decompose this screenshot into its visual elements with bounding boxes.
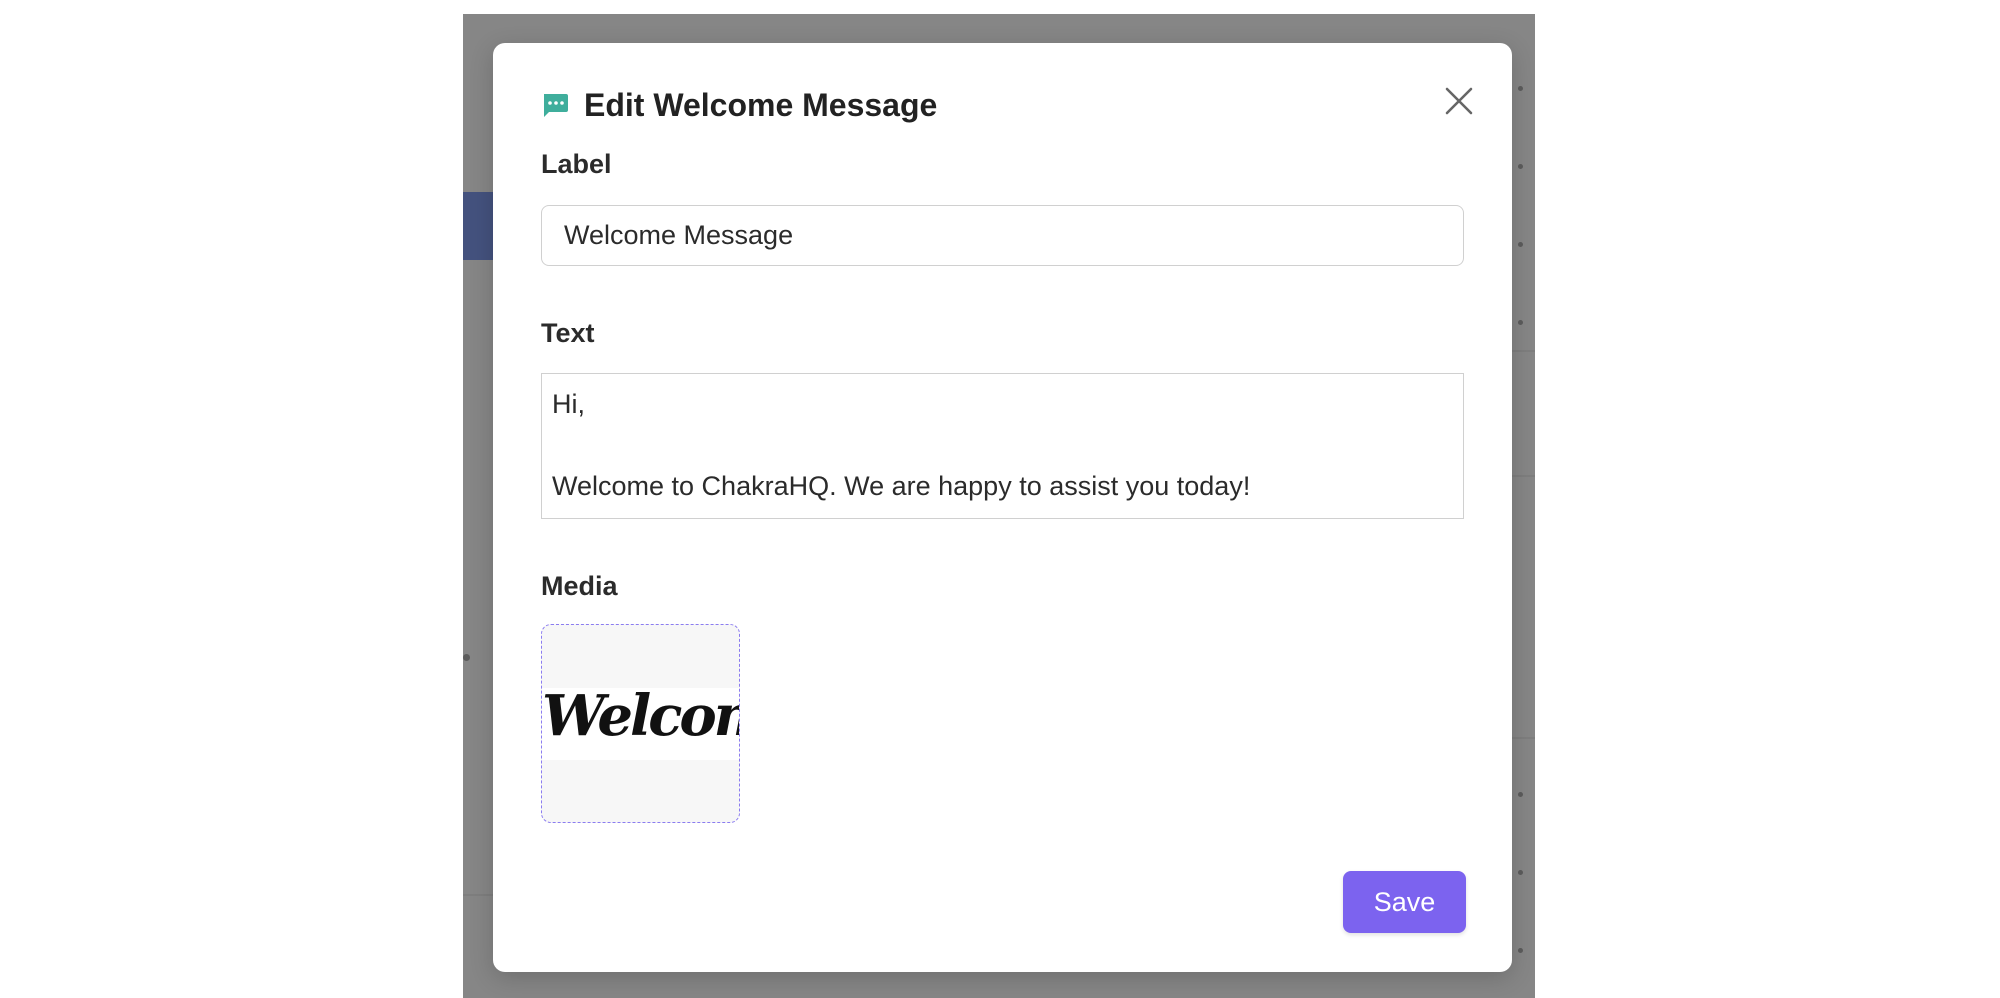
background-dot [1518,320,1523,325]
background-dot [1518,948,1523,953]
chat-bubble-icon [544,94,568,117]
background-dot [1518,86,1523,91]
media-upload-area[interactable]: Welcome [541,624,740,823]
text-line: Hi, [552,389,585,419]
edit-welcome-message-modal: Edit Welcome Message Label Text Hi, Welc… [493,43,1512,972]
message-text-area[interactable]: Hi, Welcome to ChakraHQ. We are happy to… [541,373,1464,519]
close-button[interactable] [1439,81,1479,121]
media-field-label: Media [541,571,618,601]
close-icon [1445,87,1473,115]
background-dot [1518,164,1523,169]
text-line [552,425,1453,466]
background-dot [1518,792,1523,797]
media-image-preview: Welcome [542,683,739,749]
save-button[interactable]: Save [1343,871,1466,933]
background-dot [463,654,470,661]
modal-title: Edit Welcome Message [584,87,938,123]
background-dot [1518,870,1523,875]
label-field-label: Label [541,149,612,179]
label-input[interactable] [541,205,1464,266]
text-line: Welcome to ChakraHQ. We are happy to ass… [552,471,1251,501]
text-field-label: Text [541,318,595,348]
background-dot [1518,242,1523,247]
